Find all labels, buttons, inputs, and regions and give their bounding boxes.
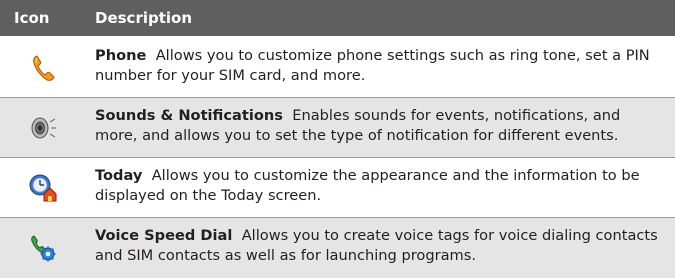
row-title: Today — [95, 167, 143, 184]
row-description: Allows you to customize the appearance a… — [95, 167, 640, 204]
row-title: Voice Speed Dial — [95, 227, 233, 244]
header-description-column: Description — [95, 9, 193, 27]
row-title: Sounds & Notifications — [95, 107, 283, 124]
table-row-phone: Phone Allows you to customize phone sett… — [0, 38, 675, 98]
voice-speed-dial-icon — [0, 218, 86, 278]
sounds-description-cell: Sounds & Notifications Enables sounds fo… — [86, 98, 675, 157]
today-icon — [0, 158, 86, 217]
row-description: Allows you to customize phone settings s… — [95, 47, 650, 84]
table-row-sounds: Sounds & Notifications Enables sounds fo… — [0, 98, 675, 158]
header-icon-column: Icon — [14, 9, 50, 27]
table-body: Phone Allows you to customize phone sett… — [0, 36, 675, 278]
table-header: Icon Description — [0, 0, 675, 36]
phone-description-cell: Phone Allows you to customize phone sett… — [86, 38, 675, 97]
table-row-voice-speed-dial: Voice Speed Dial Allows you to create vo… — [0, 218, 675, 278]
voice-speed-dial-description-cell: Voice Speed Dial Allows you to create vo… — [86, 218, 675, 278]
speaker-icon — [0, 98, 86, 157]
today-description-cell: Today Allows you to customize the appear… — [86, 158, 675, 217]
row-title: Phone — [95, 47, 147, 64]
table-row-today: Today Allows you to customize the appear… — [0, 158, 675, 218]
settings-table: Icon Description Phone Allows you to cus… — [0, 0, 675, 279]
phone-icon — [0, 38, 86, 97]
